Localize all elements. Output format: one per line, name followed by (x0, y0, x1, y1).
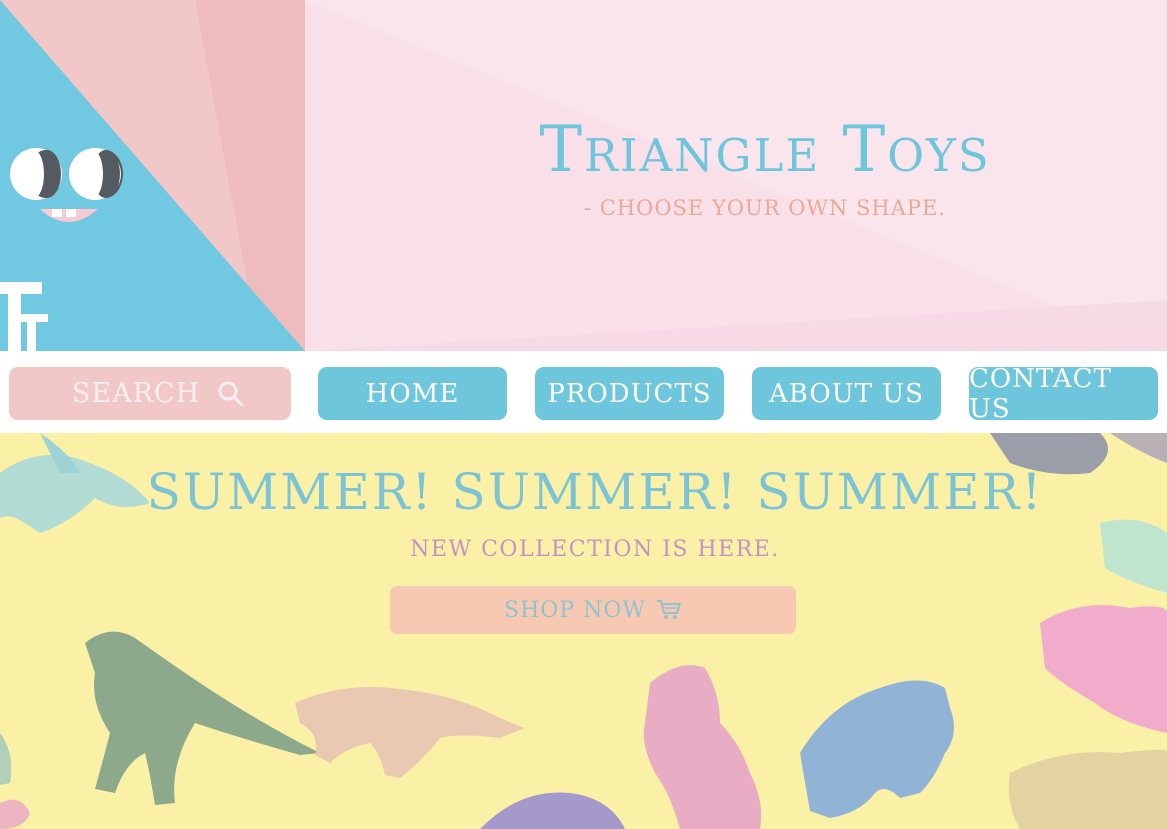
nav-products-button[interactable]: PRODUCTS (535, 367, 724, 420)
hero-banner: SUMMER! SUMMER! SUMMER! NEW COLLECTION I… (0, 433, 1167, 829)
nav-home-button[interactable]: HOME (318, 367, 507, 420)
nav-contact-us-button[interactable]: CONTACT US (969, 364, 1158, 424)
brand-tagline: - CHOOSE YOUR OWN SHAPE. (583, 196, 947, 220)
brand-title: Triangle Toys (539, 113, 991, 187)
search-input[interactable]: SEARCH (9, 367, 291, 420)
search-icon[interactable] (218, 381, 244, 407)
cart-icon (657, 600, 681, 619)
main-navigation: SEARCH HOME PRODUCTS ABOUT US CONTACT US (0, 351, 1167, 433)
search-label: SEARCH (71, 378, 201, 409)
hero-title: SUMMER! SUMMER! SUMMER! (146, 463, 1044, 521)
nav-about-us-button[interactable]: ABOUT US (752, 367, 941, 420)
triangle-face-logo-icon (0, 0, 305, 351)
shop-now-label: SHOP NOW (504, 597, 646, 623)
brand-block: Triangle Toys - CHOOSE YOUR OWN SHAPE. (470, 118, 1060, 220)
shop-now-button[interactable]: SHOP NOW (390, 586, 796, 634)
hero-subtitle: NEW COLLECTION IS HERE. (410, 537, 780, 562)
site-header: Triangle Toys - CHOOSE YOUR OWN SHAPE. (0, 0, 1167, 351)
logo[interactable] (0, 0, 305, 351)
